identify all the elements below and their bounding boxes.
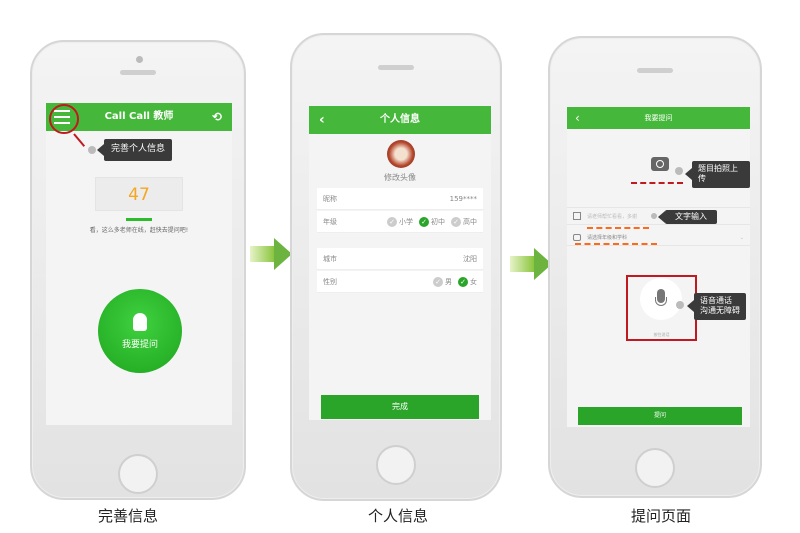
photo-tip: 题目拍照上传: [685, 161, 750, 188]
count-underline: [126, 218, 152, 221]
city-label: 城市: [323, 255, 337, 263]
flow-arrow-2: [510, 256, 534, 272]
grade-option[interactable]: 小学: [399, 218, 413, 226]
voice-button[interactable]: [640, 278, 682, 320]
tip-dot: [651, 213, 657, 219]
caption-2: 个人信息: [368, 507, 429, 525]
history-icon[interactable]: ⟲: [212, 103, 222, 131]
gender-label: 性别: [323, 278, 337, 286]
profile-tip: 完善个人信息: [96, 139, 173, 161]
nickname-row[interactable]: 昵称 159****: [317, 188, 483, 210]
city-value: 沈阳: [463, 255, 477, 263]
back-chevron-icon[interactable]: ‹: [319, 106, 325, 134]
grade-option[interactable]: 高中: [463, 218, 477, 226]
page-title: 个人信息: [380, 114, 420, 125]
screen-home: Call Call 教师 ⟲ 完善个人信息 47 看，这么多老师在线，赶快去提问…: [46, 103, 232, 425]
camera-icon[interactable]: [651, 157, 669, 171]
flow-arrow-1: [250, 246, 274, 262]
voice-tip-line2: 沟通无障碍: [700, 306, 740, 316]
tip-dot: [88, 146, 96, 154]
check-icon[interactable]: ✓: [433, 277, 443, 287]
check-icon[interactable]: ✓: [458, 277, 468, 287]
page-title: 我要提问: [644, 114, 673, 122]
menu-highlight-circle: [49, 104, 79, 134]
arrow-to-menu: [73, 133, 86, 147]
tip-dot: [675, 167, 683, 175]
gender-row: 性别 ✓ 男 ✓ 女: [317, 271, 483, 293]
tag-icon: [573, 234, 581, 241]
ask-question-button[interactable]: 我要提问: [98, 289, 182, 373]
top-bar: ‹ 个人信息: [309, 106, 491, 134]
voice-tip-line1: 语音通话: [700, 296, 732, 305]
subject-underline: [575, 243, 657, 245]
city-row[interactable]: 城市 沈阳: [317, 248, 483, 270]
home-button[interactable]: [118, 454, 158, 494]
chevron-down-icon: ⌄: [739, 235, 744, 241]
screen-profile: ‹ 个人信息 修改头像 昵称 159**** 年级 ✓ 小学 ✓ 初中 ✓ 高中 城市 沈阳 …: [309, 106, 491, 420]
avatar[interactable]: [387, 140, 415, 168]
text-underline: [587, 227, 649, 229]
text-tip: 文字输入: [658, 210, 717, 225]
gender-option-selected[interactable]: 女: [470, 278, 477, 286]
voice-label: 按住说话: [653, 332, 670, 337]
online-text: 看，这么多老师在线，赶快去提问吧!: [89, 227, 189, 234]
check-icon[interactable]: ✓: [387, 217, 397, 227]
question-text-input[interactable]: 请老师帮忙看看，多谢: [587, 214, 637, 220]
nickname-value: 159****: [449, 195, 477, 203]
screen-ask: ‹ 我要提问 题目拍照上传 请老师帮忙看看，多谢 文字输入 请选择年级和学科 ⌄…: [567, 107, 750, 427]
online-count-box: 47: [95, 177, 183, 211]
grade-row: 年级 ✓ 小学 ✓ 初中 ✓ 高中: [317, 211, 483, 233]
caption-3: 提问页面: [631, 507, 692, 525]
ask-button-label: 我要提问: [121, 340, 158, 350]
speaker: [120, 70, 156, 75]
grade-option-selected[interactable]: 初中: [431, 218, 445, 226]
check-icon[interactable]: ✓: [419, 217, 429, 227]
voice-tip: 语音通话 沟通无障碍: [687, 293, 746, 320]
change-avatar-label[interactable]: 修改头像: [309, 172, 491, 183]
home-button[interactable]: [376, 445, 416, 485]
photo-underline: [631, 182, 683, 184]
tip-dot: [676, 301, 684, 309]
nickname-label: 昵称: [323, 195, 337, 203]
submit-question-button[interactable]: 提问: [578, 407, 742, 425]
app-title: Call Call 教师: [104, 111, 174, 122]
done-button[interactable]: 完成: [321, 395, 479, 419]
back-chevron-icon[interactable]: ‹: [575, 107, 580, 129]
top-bar: ‹ 我要提问: [567, 107, 750, 129]
check-icon[interactable]: ✓: [451, 217, 461, 227]
subject-select[interactable]: 请选择年级和学科: [587, 235, 627, 241]
grade-label: 年级: [323, 218, 337, 226]
caption-1: 完善信息: [98, 507, 159, 525]
home-button[interactable]: [635, 448, 675, 488]
gender-option[interactable]: 男: [445, 278, 452, 286]
edit-icon: [573, 212, 581, 220]
speaker: [378, 65, 414, 70]
front-camera: [136, 56, 143, 63]
speaker: [637, 68, 673, 73]
teacher-icon: [133, 313, 147, 331]
